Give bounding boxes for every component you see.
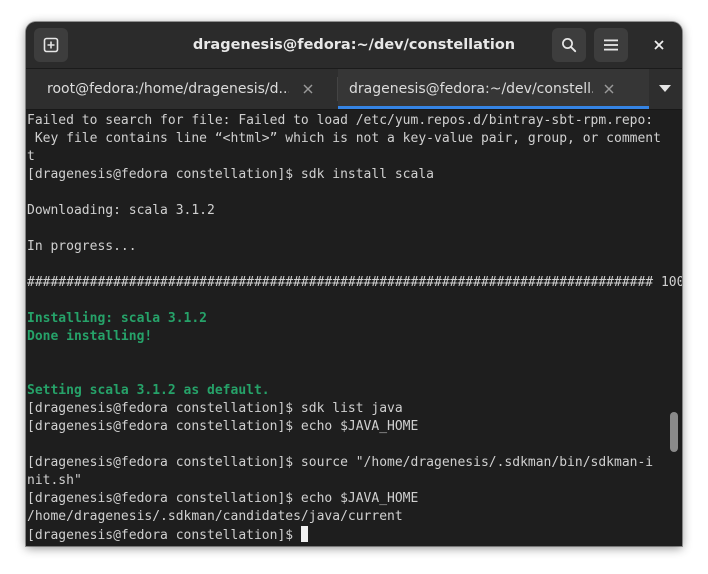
window-title: dragenesis@fedora:~/dev/constellation [192, 37, 516, 53]
tab-root[interactable]: root@fedora:/home/dragenesis/d... [26, 69, 337, 109]
vertical-scrollbar[interactable] [670, 116, 678, 452]
tab-label: root@fedora:/home/dragenesis/d... [47, 81, 289, 97]
chevron-down-icon [659, 85, 671, 93]
terminal-line: t [27, 149, 35, 164]
close-icon [654, 40, 664, 50]
terminal-line: Downloading: scala 3.1.2 [27, 203, 215, 218]
tab-list-dropdown-button[interactable] [648, 69, 682, 109]
tab-close-button[interactable] [600, 80, 618, 98]
terminal-line: [dragenesis@fedora constellation]$ echo … [27, 491, 419, 506]
terminal-line: nit.sh" [27, 473, 82, 488]
terminal-text: Failed to search for file: Failed to loa… [27, 112, 682, 544]
hamburger-menu-icon [603, 38, 619, 52]
terminal-line: Done installing! [27, 329, 153, 344]
terminal-line: Setting scala 3.1.2 as default. [27, 383, 270, 398]
tab-label: dragenesis@fedora:~/dev/constell... [349, 81, 593, 97]
tab-close-button[interactable] [299, 80, 317, 98]
terminal-line: Failed to search for file: Failed to loa… [27, 113, 654, 128]
terminal-line: [dragenesis@fedora constellation]$ sourc… [27, 455, 654, 470]
text-cursor [300, 526, 308, 542]
terminal-line: ########################################… [27, 275, 682, 290]
close-icon [604, 84, 614, 94]
tab-bar: root@fedora:/home/dragenesis/d... dragen… [26, 69, 682, 110]
terminal-prompt-line: [dragenesis@fedora constellation]$ [27, 526, 682, 544]
terminal-output[interactable]: Failed to search for file: Failed to loa… [26, 110, 682, 546]
terminal-line: Key file contains line “<html>” which is… [27, 131, 661, 146]
terminal-line: In progress... [27, 239, 137, 254]
terminal-line: [dragenesis@fedora constellation]$ sdk i… [27, 167, 434, 182]
shell-prompt: [dragenesis@fedora constellation]$ [27, 528, 301, 543]
main-menu-button[interactable] [594, 28, 628, 62]
search-icon [561, 37, 577, 53]
new-tab-button[interactable] [34, 28, 68, 62]
scrollbar-thumb[interactable] [670, 412, 678, 452]
header-bar: dragenesis@fedora:~/dev/constellation [26, 22, 682, 69]
tab-dragenesis[interactable]: dragenesis@fedora:~/dev/constell... [338, 69, 649, 109]
search-button[interactable] [552, 28, 586, 62]
terminal-window: dragenesis@fedora:~/dev/constellation ro… [26, 22, 682, 546]
close-icon [303, 84, 313, 94]
terminal-line: /home/dragenesis/.sdkman/candidates/java… [27, 509, 403, 524]
close-window-button[interactable] [646, 32, 672, 58]
terminal-line: [dragenesis@fedora constellation]$ sdk l… [27, 401, 403, 416]
terminal-line: Installing: scala 3.1.2 [27, 311, 208, 326]
new-tab-icon [43, 37, 59, 53]
terminal-line: [dragenesis@fedora constellation]$ echo … [27, 419, 419, 434]
